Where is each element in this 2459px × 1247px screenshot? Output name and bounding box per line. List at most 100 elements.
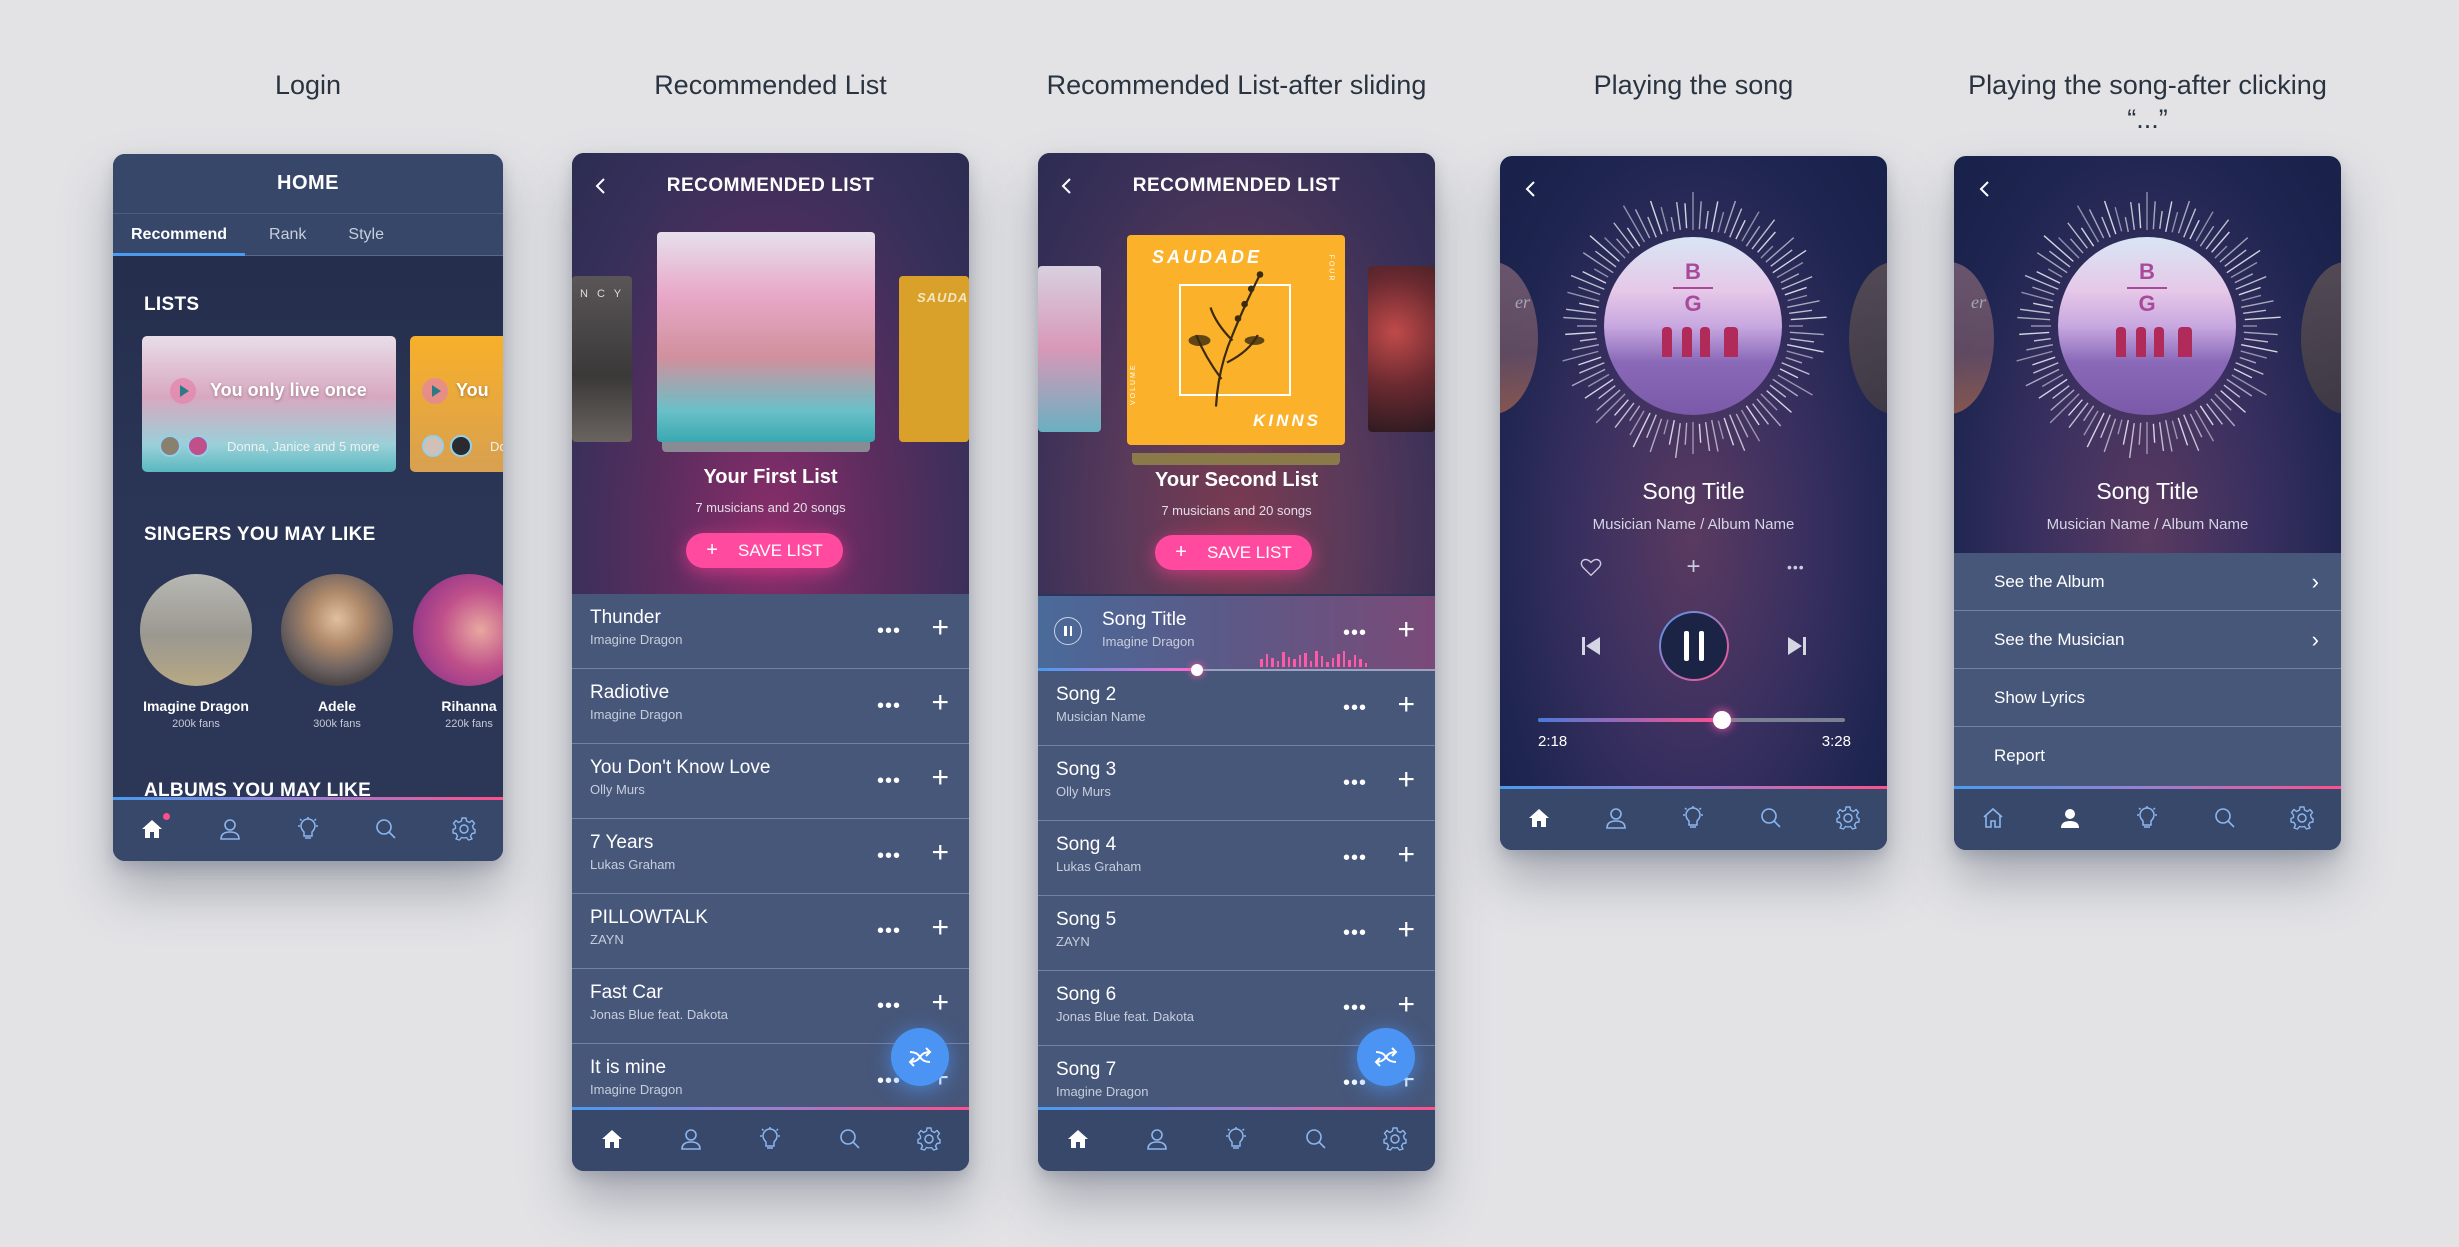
user-icon[interactable] [1602,804,1630,832]
more-icon[interactable]: ••• [1343,997,1367,1020]
next-track-icon[interactable] [1785,634,1809,658]
heart-icon[interactable] [1578,554,1604,580]
user-icon[interactable] [1143,1125,1171,1153]
search-icon[interactable] [2211,804,2239,832]
add-icon[interactable]: + [1397,613,1415,647]
list-cover[interactable]: SAUDADE KINNS VOLUME FOUR [1127,235,1345,445]
add-icon[interactable]: + [931,911,949,945]
menu-item-report[interactable]: Report [1954,727,2341,785]
add-icon[interactable]: + [1397,763,1415,797]
next-album-disc[interactable] [2301,262,2341,414]
song-row[interactable]: You Don't Know Love Olly Murs ••• + [572,744,969,819]
lightbulb-icon[interactable] [756,1125,784,1153]
song-row[interactable]: Radiotive Imagine Dragon ••• + [572,669,969,744]
add-icon[interactable]: + [1397,838,1415,872]
user-icon[interactable] [2056,804,2084,832]
song-row[interactable]: Song 4 Lukas Graham ••• + [1038,821,1435,896]
lightbulb-icon[interactable] [1222,1125,1250,1153]
menu-item-show-lyrics[interactable]: Show Lyrics [1954,669,2341,727]
song-row[interactable]: Thunder Imagine Dragon ••• + [572,594,969,669]
add-icon[interactable]: + [931,836,949,870]
more-icon[interactable]: ••• [1343,622,1367,645]
add-icon[interactable]: + [931,986,949,1020]
back-icon[interactable] [1520,178,1542,200]
add-icon[interactable]: + [1397,988,1415,1022]
tab-recommend[interactable]: Recommend [131,226,227,244]
seek-bar-knob[interactable] [1713,711,1732,729]
more-icon[interactable]: ••• [1343,922,1367,945]
search-icon[interactable] [1757,804,1785,832]
add-icon[interactable]: + [1397,688,1415,722]
more-icon[interactable]: ••• [877,995,901,1018]
search-icon[interactable] [1302,1125,1330,1153]
prev-cover[interactable] [1038,266,1101,432]
prev-album-disc[interactable]: er [1500,262,1538,414]
next-cover[interactable] [1368,266,1435,432]
singer-card[interactable]: Imagine Dragon 200k fans [136,574,256,730]
home-icon[interactable] [1979,804,2007,832]
gear-icon[interactable] [450,815,478,843]
home-icon[interactable] [1525,804,1553,832]
more-icon[interactable]: ••• [1343,697,1367,720]
lightbulb-icon[interactable] [294,815,322,843]
song-row[interactable]: Song 3 Olly Murs ••• + [1038,746,1435,821]
now-playing-row[interactable]: Song Title Imagine Dragon ••• + [1038,596,1435,676]
back-icon[interactable] [1974,178,1996,200]
save-list-button[interactable]: + SAVE LIST [686,533,843,568]
more-icon[interactable]: ••• [877,695,901,718]
play-icon[interactable] [422,378,448,404]
more-icon[interactable]: ••• [877,845,901,868]
add-icon[interactable]: + [1680,553,1706,580]
seek-bar[interactable] [1538,711,1845,729]
gear-icon[interactable] [915,1125,943,1153]
search-icon[interactable] [372,815,400,843]
list-card[interactable]: You only live once Donna, Janice and 5 m… [142,336,396,472]
home-icon[interactable] [1064,1125,1092,1153]
shuffle-button[interactable] [891,1028,949,1086]
more-icon[interactable]: ••• [877,770,901,793]
add-icon[interactable]: + [1397,913,1415,947]
search-icon[interactable] [836,1125,864,1153]
visualizer-bar [2233,368,2253,379]
home-icon[interactable] [598,1125,626,1153]
user-icon[interactable] [677,1125,705,1153]
next-cover[interactable]: SAUDA [899,276,969,442]
gear-icon[interactable] [1381,1125,1409,1153]
next-album-disc[interactable] [1849,262,1887,414]
add-icon[interactable]: + [931,761,949,795]
gear-icon[interactable] [2288,804,2316,832]
more-icon[interactable]: ••• [877,620,901,643]
prev-album-disc[interactable]: er [1954,262,1994,414]
singer-card[interactable]: Adele 300k fans [277,574,397,730]
gear-icon[interactable] [1834,804,1862,832]
tab-rank[interactable]: Rank [269,226,306,244]
user-icon[interactable] [216,815,244,843]
list-card[interactable]: You Do [410,336,503,472]
more-icon[interactable]: ••• [1783,554,1809,580]
menu-item-see-musician[interactable]: See the Musician › [1954,611,2341,669]
list-cover[interactable] [657,232,875,442]
singer-card[interactable]: Rihanna 220k fans [409,574,503,730]
more-icon[interactable]: ••• [1343,847,1367,870]
more-icon[interactable]: ••• [1343,772,1367,795]
save-list-button[interactable]: + SAVE LIST [1155,535,1312,570]
song-row[interactable]: PILLOWTALK ZAYN ••• + [572,894,969,969]
prev-cover[interactable]: N C Y [572,276,632,442]
home-icon[interactable] [138,813,170,843]
song-row[interactable]: Song 2 Musician Name ••• + [1038,671,1435,746]
pause-icon[interactable] [1054,617,1082,645]
shuffle-button[interactable] [1357,1028,1415,1086]
song-row[interactable]: Song 5 ZAYN ••• + [1038,896,1435,971]
add-icon[interactable]: + [931,686,949,720]
visualizer-bar [1760,245,1774,259]
previous-track-icon[interactable] [1579,634,1603,658]
tab-style[interactable]: Style [348,226,384,244]
add-icon[interactable]: + [931,611,949,645]
pause-button[interactable] [1659,611,1729,681]
lightbulb-icon[interactable] [2133,804,2161,832]
play-icon[interactable] [170,378,196,404]
menu-item-see-album[interactable]: See the Album › [1954,553,2341,611]
song-row[interactable]: 7 Years Lukas Graham ••• + [572,819,969,894]
lightbulb-icon[interactable] [1679,804,1707,832]
more-icon[interactable]: ••• [877,920,901,943]
